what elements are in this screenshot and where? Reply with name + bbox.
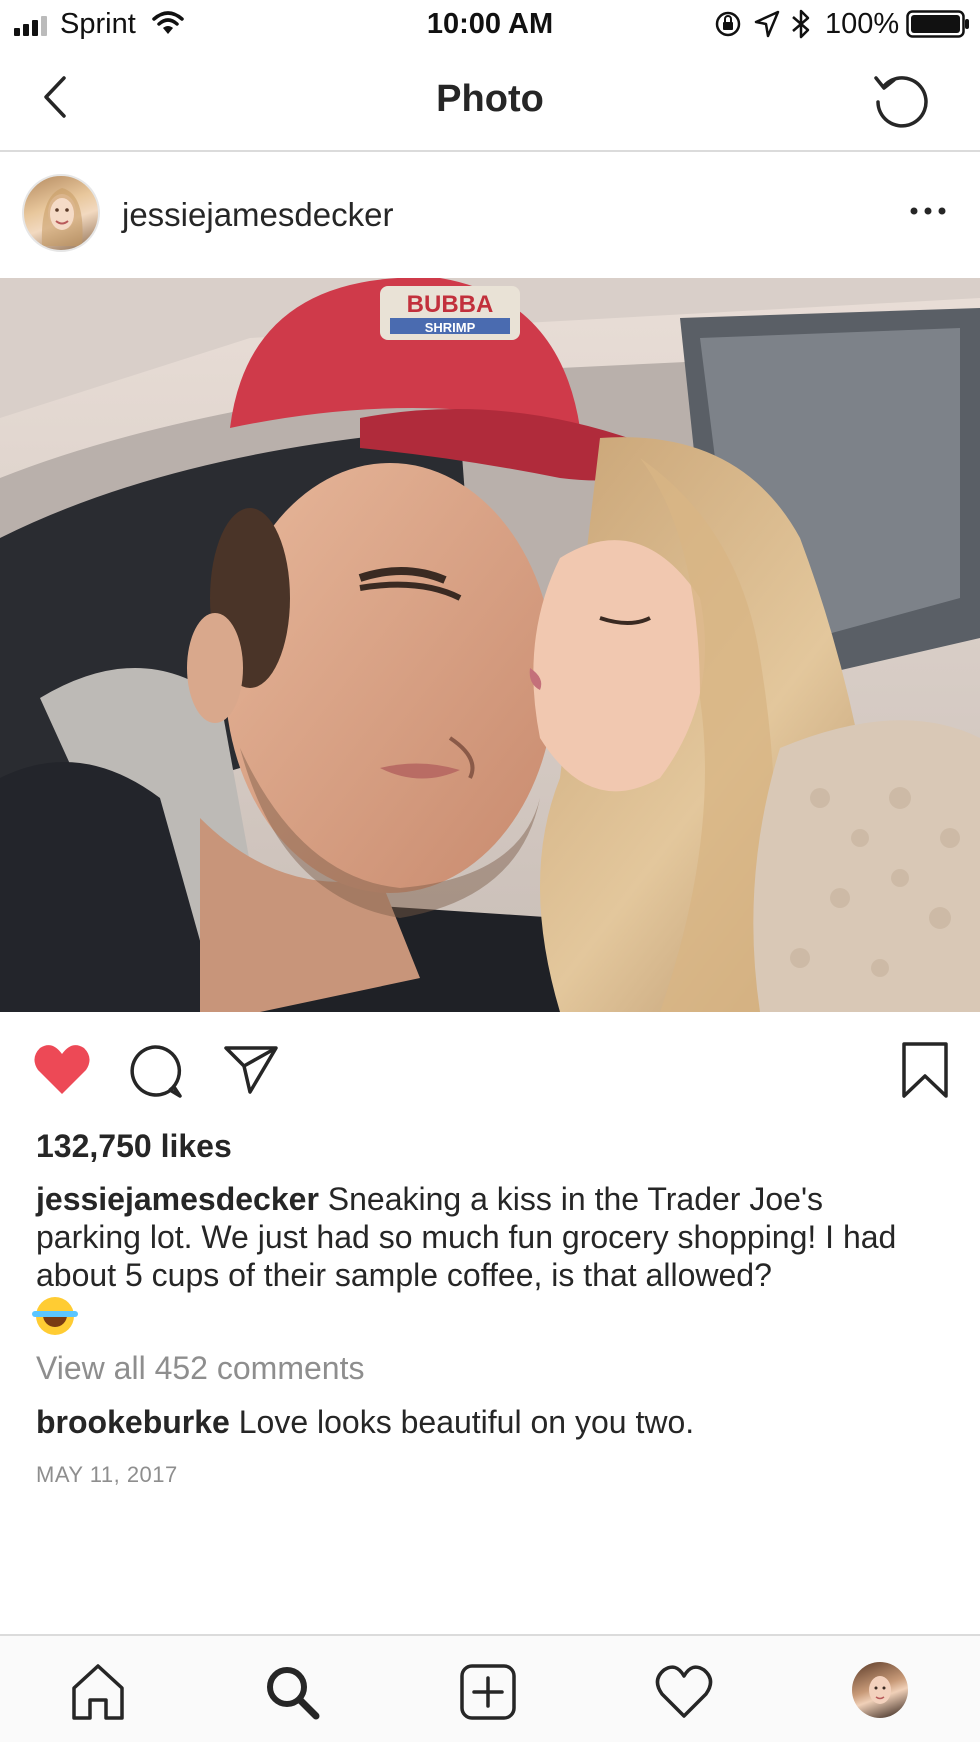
comment-icon[interactable]	[126, 1042, 184, 1100]
status-bar: Sprint 10:00 AM 100%	[0, 0, 980, 48]
add-icon[interactable]	[458, 1662, 518, 1722]
more-options-icon[interactable]	[908, 204, 948, 218]
photo-illustration: BUBBA SHRIMP	[0, 278, 980, 1012]
refresh-icon[interactable]	[870, 68, 932, 130]
post-date: MAY 11, 2017	[36, 1462, 178, 1487]
battery-percent: 100%	[825, 8, 900, 40]
comment-text: Love looks beautiful on you two.	[238, 1404, 695, 1440]
battery-icon	[906, 10, 969, 38]
post-photo[interactable]: BUBBA SHRIMP	[0, 278, 980, 1012]
post-actions	[0, 1012, 980, 1132]
search-icon[interactable]	[262, 1662, 322, 1722]
profile-avatar[interactable]	[852, 1662, 908, 1718]
hat-text-line2: SHRIMP	[425, 320, 476, 335]
share-icon[interactable]	[222, 1042, 280, 1096]
heart-outline-icon[interactable]	[654, 1662, 714, 1722]
post-header: jessiejamesdecker	[0, 152, 980, 278]
avatar[interactable]	[22, 174, 100, 252]
likes-count[interactable]: 132,750 likes	[36, 1128, 232, 1165]
rotation-lock-icon	[715, 11, 741, 37]
laughing-emoji-icon: 😂	[32, 1296, 78, 1335]
avatar-face	[41, 188, 83, 246]
location-icon	[754, 10, 780, 38]
home-icon[interactable]	[68, 1662, 128, 1722]
tab-bar	[0, 1634, 980, 1742]
heart-icon[interactable]	[32, 1042, 92, 1098]
bluetooth-icon	[792, 9, 810, 39]
navigation-bar: Photo	[0, 48, 980, 152]
comment-username[interactable]: brookeburke	[36, 1404, 230, 1440]
bookmark-icon[interactable]	[900, 1040, 950, 1100]
view-all-comments-link[interactable]: View all 452 comments	[36, 1350, 364, 1387]
comment-row: brookeburke Love looks beautiful on you …	[36, 1404, 694, 1441]
profile-avatar-face	[869, 1676, 891, 1704]
page-title: Photo	[436, 78, 544, 120]
post-username[interactable]: jessiejamesdecker	[122, 196, 393, 234]
post-caption: jessiejamesdecker Sneaking a kiss in the…	[32, 1180, 936, 1335]
hat-text-line1: BUBBA	[407, 291, 494, 318]
caption-username[interactable]: jessiejamesdecker	[36, 1181, 319, 1217]
